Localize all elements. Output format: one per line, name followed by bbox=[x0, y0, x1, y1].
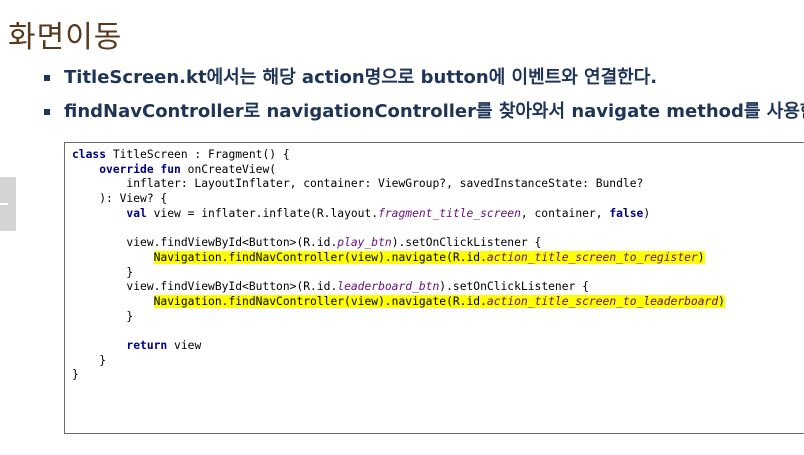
code-token: return bbox=[126, 338, 168, 352]
code-line: val view = inflater.inflate(R.layout.fra… bbox=[72, 207, 725, 222]
side-tab bbox=[0, 177, 16, 231]
code-token: leaderboard_btn bbox=[337, 280, 440, 294]
code-line: view.findViewById<Button>(R.id.leaderboa… bbox=[72, 280, 725, 295]
code-token: val bbox=[126, 206, 147, 220]
code-line: } bbox=[72, 368, 725, 383]
code-token: fragment_title_screen bbox=[378, 206, 521, 220]
code-token: , container, bbox=[520, 206, 610, 220]
slide-title: 화면이동 bbox=[8, 20, 123, 55]
code-token: false bbox=[609, 206, 644, 220]
code-token: } bbox=[72, 368, 79, 382]
code-block: class TitleScreen : Fragment() { overrid… bbox=[64, 142, 804, 434]
code-line: view.findViewById<Button>(R.id.play_btn)… bbox=[72, 236, 725, 251]
bullet-item: TitleScreen.kt에서는 해당 action명으로 button에 이… bbox=[44, 64, 804, 91]
code-token: action_title_screen_to_register bbox=[486, 250, 698, 264]
code-token: class bbox=[72, 148, 107, 161]
code-token: play_btn bbox=[337, 236, 392, 250]
code-line: Navigation.findNavController(view).navig… bbox=[72, 250, 725, 266]
code-token: inflater: LayoutInflater, container: Vie… bbox=[72, 177, 644, 191]
bullet-list: TitleScreen.kt에서는 해당 action명으로 button에 이… bbox=[44, 64, 804, 132]
code-token: } bbox=[72, 353, 107, 367]
code-line: return view bbox=[72, 339, 725, 354]
code-token: ): View? { bbox=[72, 192, 168, 206]
code-line: Navigation.findNavController(view).navig… bbox=[72, 294, 725, 310]
code-token: override fun bbox=[99, 162, 181, 176]
code-token: view.findViewById<Button>(R.id. bbox=[72, 236, 338, 250]
bullet-item: findNavController로 navigationController를… bbox=[44, 98, 804, 125]
bullet-text: TitleScreen.kt에서는 해당 action명으로 button에 이… bbox=[64, 67, 658, 88]
code-line: } bbox=[72, 310, 725, 325]
bullet-marker-icon bbox=[44, 109, 50, 115]
code-token: action_title_screen_to_leaderboard bbox=[486, 294, 719, 308]
code-line: inflater: LayoutInflater, container: Vie… bbox=[72, 177, 725, 192]
code-token: view bbox=[167, 338, 202, 352]
side-tab-dash-icon bbox=[0, 203, 8, 205]
code-line: class TitleScreen : Fragment() { bbox=[72, 148, 725, 163]
code-token: ) bbox=[718, 294, 725, 308]
code-line: } bbox=[72, 266, 725, 281]
code-line: ): View? { bbox=[72, 192, 725, 207]
code-token: TitleScreen : Fragment() { bbox=[106, 148, 290, 161]
code-token: view = inflater.inflate(R.layout. bbox=[146, 206, 379, 220]
code-line: } bbox=[72, 354, 725, 369]
code-token: } bbox=[72, 309, 134, 323]
code-token: onCreateView( bbox=[180, 162, 277, 176]
bullet-text: findNavController로 navigationController를… bbox=[64, 101, 804, 122]
code-line: override fun onCreateView( bbox=[72, 163, 725, 178]
code-token: ) bbox=[697, 250, 705, 264]
code-token: view.findViewById<Button>(R.id. bbox=[72, 280, 338, 294]
code-token: ) bbox=[643, 206, 651, 220]
code-token: Navigation.findNavController(view).navig… bbox=[153, 250, 487, 264]
bullet-marker-icon bbox=[44, 75, 50, 81]
code-token: Navigation.findNavController(view).navig… bbox=[153, 294, 487, 308]
code-token: } bbox=[72, 265, 134, 279]
code-token: ).setOnClickListener { bbox=[439, 280, 589, 294]
code-content: class TitleScreen : Fragment() { overrid… bbox=[72, 148, 725, 383]
code-token: ).setOnClickListener { bbox=[391, 236, 542, 250]
